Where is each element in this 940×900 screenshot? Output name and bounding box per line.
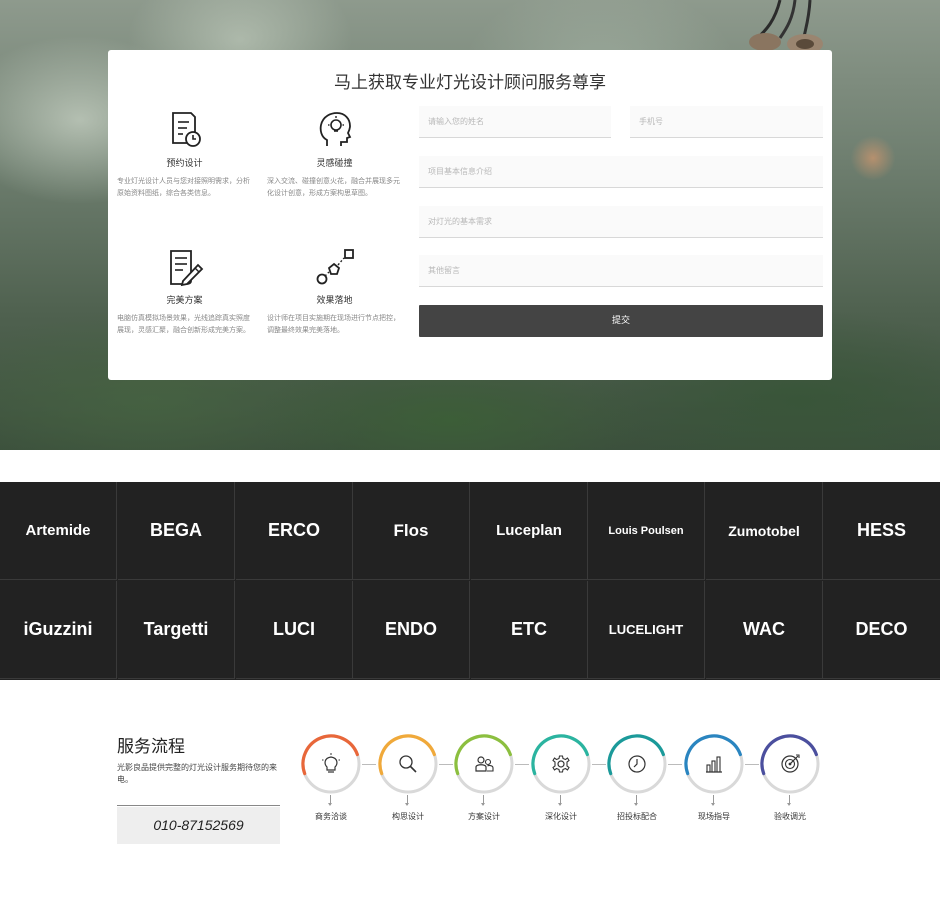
brand-tile[interactable]: Luceplan <box>471 482 588 580</box>
brand-tile[interactable]: WAC <box>706 581 823 679</box>
hero-background: 马上获取专业灯光设计顾问服务尊享 预约设计 专业灯光设计人员与您对接照明需求，分… <box>0 0 940 450</box>
brand-tile[interactable]: Flos <box>353 482 470 580</box>
step-connector <box>592 764 606 765</box>
process-step[interactable]: 商务洽谈 <box>300 733 362 821</box>
divider <box>117 805 280 806</box>
feature-name: 灵感碰撞 <box>316 159 353 169</box>
document-clock-icon <box>171 112 201 147</box>
brand-tile[interactable]: ENDO <box>353 581 470 679</box>
feature-name: 预约设计 <box>166 159 203 169</box>
step-connector <box>745 764 759 765</box>
gear-icon <box>531 734 591 794</box>
process-step[interactable]: 现场指导 <box>683 733 745 821</box>
phone-input[interactable]: 手机号 <box>630 106 823 138</box>
brand-tile[interactable]: Zumotobel <box>706 482 823 580</box>
message-input[interactable]: 其他留言 <box>419 255 823 287</box>
step-arrow <box>558 803 562 806</box>
brand-tile[interactable]: HESS <box>823 482 940 580</box>
feature-booking: 预约设计 专业灯光设计人员与您对接照明需求，分析原始资料图纸，综合各类信息。 <box>117 110 252 199</box>
process-step[interactable]: 构思设计 <box>377 733 439 821</box>
process-step[interactable]: 招投标配合 <box>606 733 668 821</box>
step-arrow <box>481 803 485 806</box>
step-connector <box>439 764 453 765</box>
feature-solution: 完美方案 电脑仿真模拟场景效果，光线追踪真实照度展现，灵感汇聚，融合创新形成完美… <box>117 247 252 336</box>
magnifier-icon <box>378 734 438 794</box>
brand-tile[interactable]: Targetti <box>118 581 235 679</box>
brand-tile[interactable]: LUCI <box>236 581 353 679</box>
consult-form-card: 马上获取专业灯光设计顾问服务尊享 预约设计 专业灯光设计人员与您对接照明需求，分… <box>108 50 832 380</box>
clock-icon <box>607 734 667 794</box>
document-pen-icon <box>169 250 203 287</box>
feature-inspiration: 灵感碰撞 深入交流、碰撞创意火花，融合并展现多元化设计创意，形成方案构思草图。 <box>267 110 402 199</box>
bar-chart-icon <box>684 734 744 794</box>
head-lightbulb-icon <box>319 112 351 146</box>
brand-grid: Artemide BEGA ERCO Flos Luceplan Louis P… <box>0 482 940 680</box>
brand-tile[interactable]: ETC <box>471 581 588 679</box>
users-icon <box>454 734 514 794</box>
lightbulb-icon <box>301 734 361 794</box>
feature-name: 效果落地 <box>316 296 353 306</box>
step-arrow <box>328 803 332 806</box>
brand-tile[interactable]: Louis Poulsen <box>588 482 705 580</box>
brand-tile[interactable]: ERCO <box>236 482 353 580</box>
step-arrow <box>405 803 409 806</box>
feature-name: 完美方案 <box>166 296 203 306</box>
feature-desc: 设计师在项目实施期在现场进行节点把控，调整最终效果完美落地。 <box>267 314 400 334</box>
step-connector <box>515 764 529 765</box>
process-desc: 光影良品提供完整的灯光设计服务期待您的来电。 <box>117 763 277 784</box>
brand-tile[interactable]: Artemide <box>0 482 117 580</box>
submit-button[interactable]: 提交 <box>419 305 823 337</box>
brand-tile[interactable]: BEGA <box>118 482 235 580</box>
process-step[interactable]: 深化设计 <box>530 733 592 821</box>
form-title: 马上获取专业灯光设计顾问服务尊享 <box>334 73 606 93</box>
feature-desc: 专业灯光设计人员与您对接照明需求，分析原始资料图纸，综合各类信息。 <box>117 177 250 197</box>
step-connector <box>668 764 682 765</box>
brand-tile[interactable]: iGuzzini <box>0 581 117 679</box>
step-connector <box>362 764 376 765</box>
step-arrow <box>711 803 715 806</box>
phone-number[interactable]: 010-87152569 <box>117 807 280 844</box>
feature-desc: 电脑仿真模拟场景效果，光线追踪真实照度展现，灵感汇聚，融合创新形成完美方案。 <box>117 314 250 334</box>
process-title: 服务流程 <box>117 737 185 757</box>
brand-tile[interactable]: DECO <box>823 581 940 679</box>
process-step[interactable]: 方案设计 <box>453 733 515 821</box>
step-label: 验收调光 <box>774 812 806 821</box>
shapes-flow-icon <box>316 249 354 285</box>
target-icon <box>760 734 820 794</box>
name-input[interactable]: 请输入您的姓名 <box>419 106 611 138</box>
lighting-needs-input[interactable]: 对灯光的基本需求 <box>419 206 823 238</box>
process-step[interactable]: 验收调光 <box>759 733 821 821</box>
brand-tile[interactable]: LUCELIGHT <box>588 581 705 679</box>
step-arrow <box>634 803 638 806</box>
step-arrow <box>787 803 791 806</box>
feature-implementation: 效果落地 设计师在项目实施期在现场进行节点把控，调整最终效果完美落地。 <box>267 247 402 336</box>
project-info-input[interactable]: 项目基本信息介绍 <box>419 156 823 188</box>
feature-desc: 深入交流、碰撞创意火花，融合并展现多元化设计创意，形成方案构思草图。 <box>267 177 400 197</box>
